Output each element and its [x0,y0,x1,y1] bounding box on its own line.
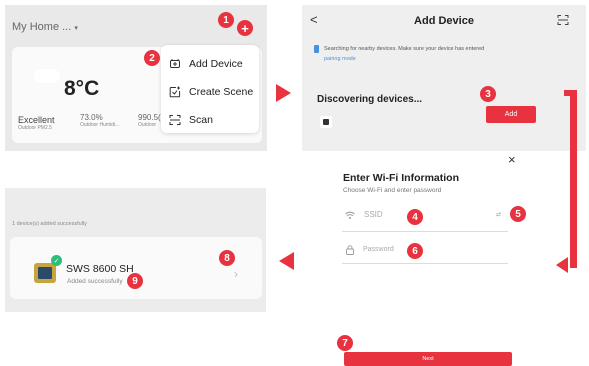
ssid-input[interactable]: SSID [364,210,484,222]
wifi-screen: × Enter Wi-Fi Information Choose Wi-Fi a… [300,152,550,366]
menu-item-create-scene[interactable]: Create Scene [161,79,257,105]
password-underline [342,263,508,264]
connector-arrow-icon [556,257,568,273]
stat-humidity: 73.0% Outdoor Humidi... [80,113,140,128]
added-success-text: 1 device(s) added successfully [12,221,87,227]
pairing-mode-link[interactable]: pairing mode [324,54,564,64]
search-notice: Searching for nearby devices. Make sure … [324,44,564,64]
step-badge-6: 6 [407,243,423,259]
home-title-text: My Home [12,21,60,33]
wifi-switch-icon[interactable]: ⇄ [496,211,501,218]
menu-item-add-device[interactable]: Add Device [161,51,257,77]
menu-item-scan[interactable]: Scan [161,107,257,133]
add-plus-button[interactable]: + [237,20,253,36]
wifi-icon [345,211,355,219]
close-icon[interactable]: × [508,152,516,167]
device-card[interactable]: ✓ SWS 8600 SH Added successfully › [10,237,262,299]
add-button[interactable]: Add [486,106,536,123]
plus-icon: + [241,20,249,36]
search-notice-text: Searching for nearby devices. Make sure … [324,46,485,52]
step-badge-8: 8 [219,250,235,266]
arrow-left-icon [279,252,294,270]
info-marker-icon [314,45,319,53]
wifi-title: Enter Wi-Fi Information [343,172,459,184]
stat-humidity-label: Outdoor Humidi... [80,122,120,128]
device-thumbnail [320,116,332,128]
caret-down-icon: ▾ [74,25,78,32]
cloud-icon [34,69,60,83]
device-name: SWS 8600 SH [66,263,134,275]
step-badge-3: 3 [480,86,496,102]
create-scene-icon [169,86,181,98]
stat-pm25: Excellent Outdoor PM2.5 [18,115,78,131]
menu-item-create-scene-label: Create Scene [189,86,254,98]
home-title-suffix: ... [62,21,72,33]
step-badge-4: 4 [407,209,423,225]
menu-item-scan-label: Scan [189,114,213,126]
device-icon [323,119,329,125]
step-badge-1: 1 [218,12,234,28]
add-dropdown-menu: Add Device Create Scene Scan [161,45,259,133]
stat-pm25-value: Excellent [18,115,55,125]
temperature-value: 8°C [64,77,100,100]
chevron-right-icon[interactable]: › [234,267,238,281]
step-badge-9: 9 [127,273,143,289]
home-title[interactable]: My Home ... ▾ [12,21,78,33]
step-badge-5: 5 [510,206,526,222]
connector-vertical [570,90,577,268]
discovering-label: Discovering devices... [317,94,423,105]
scan-icon [169,115,181,125]
add-device-screen: < Add Device Searching for nearby device… [302,5,586,151]
lock-icon [346,245,354,255]
scan-icon[interactable] [557,14,569,26]
device-product-icon [34,263,56,283]
add-device-icon [170,59,180,68]
wifi-subtitle: Choose Wi-Fi and enter password [343,187,442,194]
arrow-right-icon [276,84,291,102]
menu-item-add-device-label: Add Device [189,58,243,70]
device-status: Added successfully [67,278,123,285]
stat-humidity-value: 73.0% [80,113,103,122]
add-device-title: Add Device [414,15,474,27]
step-badge-2: 2 [144,50,160,66]
success-check-icon: ✓ [51,255,62,266]
stat-pm25-label: Outdoor PM2.5 [18,125,52,131]
next-button[interactable]: Next [344,352,512,366]
step-badge-7: 7 [337,335,353,351]
ssid-underline [342,231,508,232]
